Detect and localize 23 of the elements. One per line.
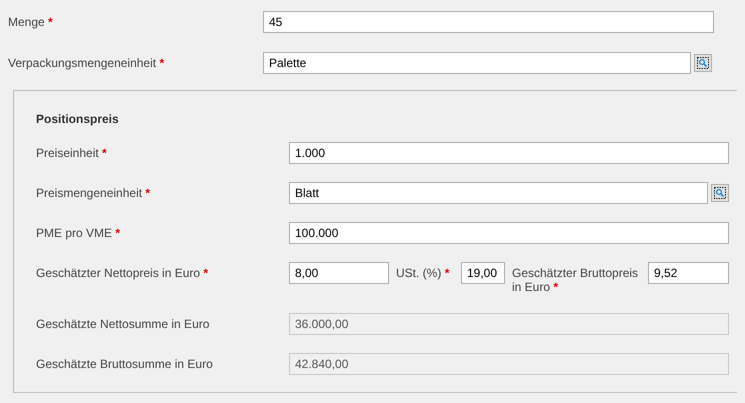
field-label: Verpackungsmengeneinheit * <box>8 55 166 72</box>
field-label: Menge * <box>8 14 54 31</box>
input-field[interactable]: 19,00 <box>461 262 505 284</box>
lookup-button[interactable] <box>694 54 712 72</box>
field-label: Preiseinheit * <box>36 145 108 162</box>
lookup-button[interactable] <box>711 184 729 202</box>
field-label: PME pro VME * <box>36 225 122 242</box>
input-field[interactable]: Blatt <box>289 182 708 204</box>
input-field[interactable]: Palette <box>263 52 691 74</box>
section-title: Positionspreis <box>36 111 120 127</box>
input-field[interactable]: 45 <box>263 11 714 33</box>
field-label: Geschätzter Bruttopreis in Euro * <box>512 265 640 294</box>
input-field[interactable]: 100.000 <box>289 222 729 244</box>
search-icon <box>697 57 709 69</box>
field-label: Preismengeneinheit * <box>36 185 152 202</box>
input-field[interactable]: 8,00 <box>289 262 389 284</box>
input-field[interactable]: 1.000 <box>289 142 729 164</box>
field-label: USt. (%) * <box>396 265 450 280</box>
field-label: Geschätzte Nettosumme in Euro <box>36 316 210 333</box>
search-icon <box>714 187 726 199</box>
input-field[interactable]: 9,52 <box>648 262 729 284</box>
field-label: Geschätzte Bruttosumme in Euro <box>36 356 214 373</box>
field-label: Geschätzter Nettopreis in Euro * <box>36 265 210 280</box>
